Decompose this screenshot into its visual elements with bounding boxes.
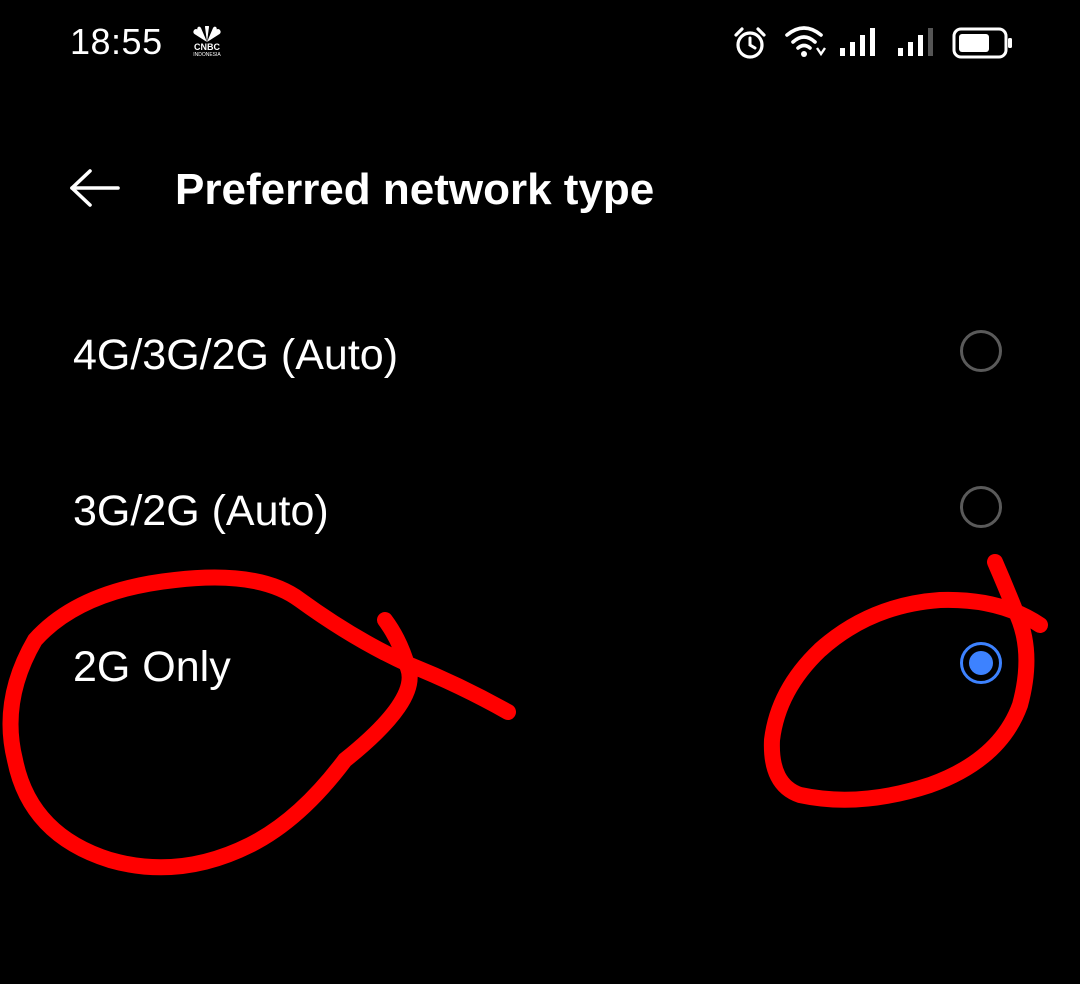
signal-icon (838, 26, 882, 63)
page-title: Preferred network type (175, 165, 655, 214)
option-3g-2g-auto[interactable]: 3G/2G (Auto) (0, 432, 1080, 588)
status-time: 18:55 (70, 21, 163, 62)
radio-button[interactable] (960, 330, 1002, 372)
option-label: 3G/2G (Auto) (73, 487, 329, 535)
app-bar: Preferred network type (0, 140, 1080, 240)
radio-button-selected[interactable] (960, 642, 1002, 684)
cnbc-logo-text: CNBC (194, 42, 220, 52)
cnbc-logo-subtext: INDONESIA (193, 52, 221, 58)
option-2g-only[interactable]: 2G Only (0, 588, 1080, 744)
status-bar: 18:55 CNBC INDONESIA (0, 0, 1080, 86)
radio-button[interactable] (960, 486, 1002, 528)
option-label: 4G/3G/2G (Auto) (73, 331, 399, 379)
radio-selected-dot (969, 651, 993, 675)
wifi-icon (784, 24, 828, 65)
signal-icon (896, 26, 940, 63)
cnbc-logo-icon: CNBC INDONESIA (186, 26, 228, 60)
option-4g-3g-2g-auto[interactable]: 4G/3G/2G (Auto) (0, 276, 1080, 432)
back-button[interactable] (50, 150, 138, 230)
alarm-icon (732, 26, 768, 67)
option-label: 2G Only (73, 643, 231, 691)
battery-icon (952, 26, 1014, 65)
arrow-left-icon (68, 168, 120, 213)
